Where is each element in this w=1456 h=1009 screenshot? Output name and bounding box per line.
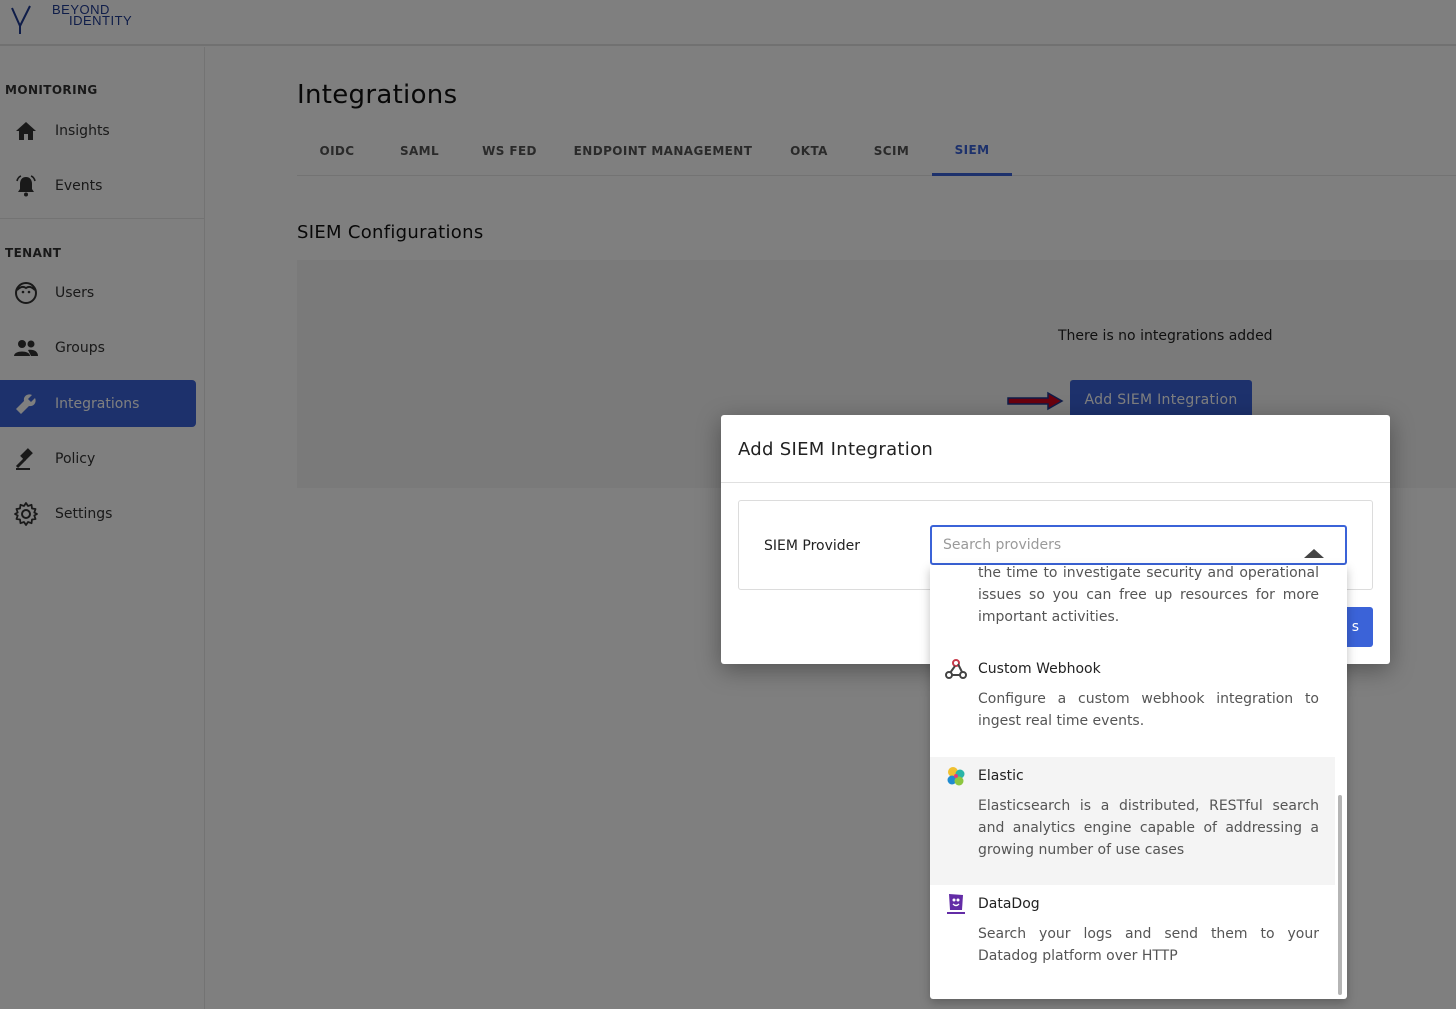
dialog-divider [721,482,1390,483]
option-description: Elasticsearch is a distributed, RESTful … [978,798,1319,858]
search-providers-input[interactable] [930,525,1347,565]
option-name: Elastic [978,768,1024,784]
elastic-logo-icon [944,764,968,788]
option-description: Configure a custom webhook integration t… [978,691,1319,729]
chevron-up-icon[interactable] [1304,549,1324,558]
option-name: Custom Webhook [978,661,1101,677]
provider-option-datadog[interactable]: DataDog Search your logs and send them t… [930,891,1335,991]
provider-option-elastic[interactable]: Elastic Elasticsearch is a distributed, … [930,757,1335,885]
option-name: DataDog [978,896,1040,912]
siem-provider-label: SIEM Provider [764,538,861,554]
webhook-icon [944,657,968,681]
option-description: the time to investigate security and ope… [978,565,1319,625]
provider-dropdown-list[interactable]: the time to investigate security and ope… [930,565,1347,999]
dialog-title: Add SIEM Integration [738,439,934,460]
option-description: Search your logs and send them to your D… [978,926,1319,964]
datadog-logo-icon [944,892,968,916]
provider-option-custom-webhook[interactable]: Custom Webhook Configure a custom webhoo… [930,656,1335,756]
dropdown-scrollbar[interactable] [1338,795,1342,995]
